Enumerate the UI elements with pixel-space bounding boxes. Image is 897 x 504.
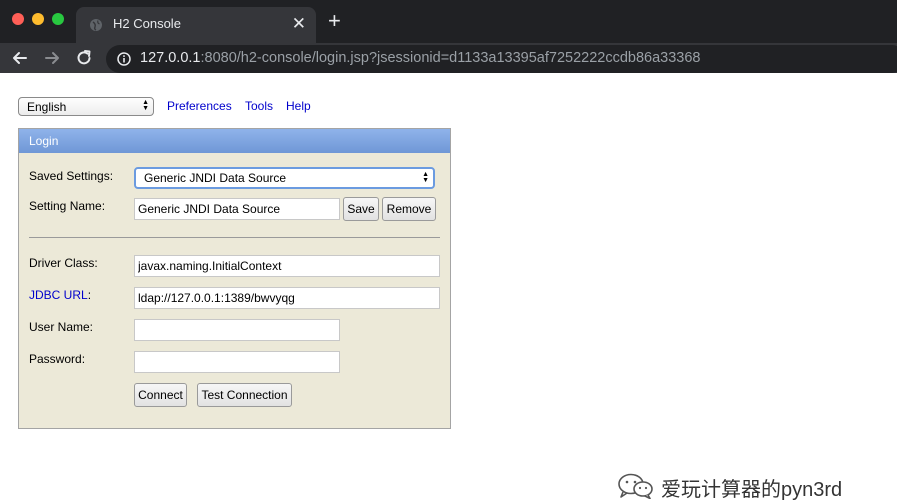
page-content: English ▲ ▼ Preferences Tools Help Login … xyxy=(0,73,897,501)
tools-link[interactable]: Tools xyxy=(245,99,273,113)
preferences-link[interactable]: Preferences xyxy=(167,99,232,113)
connect-button[interactable]: Connect xyxy=(134,383,187,407)
help-link[interactable]: Help xyxy=(286,99,311,113)
language-select-value: English xyxy=(27,100,67,114)
select-arrows-icon: ▲ ▼ xyxy=(142,99,149,112)
divider xyxy=(29,237,440,238)
jdbc-url-colon: : xyxy=(87,288,92,302)
driver-class-label: Driver Class: xyxy=(29,256,98,270)
setting-name-label: Setting Name: xyxy=(29,199,106,213)
saved-settings-select[interactable]: Generic JNDI Data Source ▲ ▼ xyxy=(134,167,435,189)
login-title: Login xyxy=(29,134,59,148)
test-connection-button[interactable]: Test Connection xyxy=(197,383,292,407)
new-tab-button[interactable]: + xyxy=(328,9,341,33)
password-input[interactable] xyxy=(134,351,340,373)
jdbc-url-input[interactable] xyxy=(134,287,440,309)
saved-settings-value: Generic JNDI Data Source xyxy=(144,171,287,185)
close-window-button[interactable] xyxy=(12,13,24,25)
watermark: 爱玩计算器的pyn3rd xyxy=(617,471,872,501)
driver-class-input[interactable] xyxy=(134,255,440,277)
jdbc-url-link[interactable]: JDBC URL xyxy=(29,288,88,302)
user-name-label: User Name: xyxy=(29,320,94,334)
save-button[interactable]: Save xyxy=(343,197,379,221)
select-arrows-icon: ▲ ▼ xyxy=(422,171,429,184)
forward-arrow-icon[interactable] xyxy=(42,48,62,68)
wechat-icon xyxy=(617,473,655,500)
globe-icon xyxy=(89,18,103,32)
tab-title: H2 Console xyxy=(113,16,181,31)
back-arrow-icon[interactable] xyxy=(10,48,30,68)
info-icon[interactable] xyxy=(117,52,131,66)
language-select[interactable]: English ▲ ▼ xyxy=(18,97,154,116)
url-text[interactable]: 127.0.0.1:8080/h2-console/login.jsp?jses… xyxy=(140,50,700,66)
reload-icon[interactable] xyxy=(74,48,94,68)
watermark-text: 爱玩计算器的pyn3rd xyxy=(661,479,843,501)
url-host: 127.0.0.1 xyxy=(140,50,201,66)
remove-button[interactable]: Remove xyxy=(382,197,436,221)
minimize-window-button[interactable] xyxy=(32,13,44,25)
jdbc-url-label-group: JDBC URL: xyxy=(29,288,91,302)
browser-toolbar: 127.0.0.1:8080/h2-console/login.jsp?jses… xyxy=(0,43,897,73)
browser-tab[interactable]: H2 Console ✕ xyxy=(76,7,316,43)
zoom-window-button[interactable] xyxy=(52,13,64,25)
url-path: :8080/h2-console/login.jsp?jsessionid=d1… xyxy=(200,50,701,66)
setting-name-input[interactable] xyxy=(134,198,340,220)
saved-settings-label: Saved Settings: xyxy=(29,169,114,183)
user-name-input[interactable] xyxy=(134,319,340,341)
close-tab-icon[interactable]: ✕ xyxy=(292,14,306,34)
login-header: Login xyxy=(19,129,450,153)
address-bar[interactable]: 127.0.0.1:8080/h2-console/login.jsp?jses… xyxy=(106,45,897,73)
login-panel: Login Saved Settings: Generic JNDI Data … xyxy=(18,128,451,429)
browser-tab-bar: H2 Console ✕ + xyxy=(0,0,897,43)
password-label: Password: xyxy=(29,352,86,366)
